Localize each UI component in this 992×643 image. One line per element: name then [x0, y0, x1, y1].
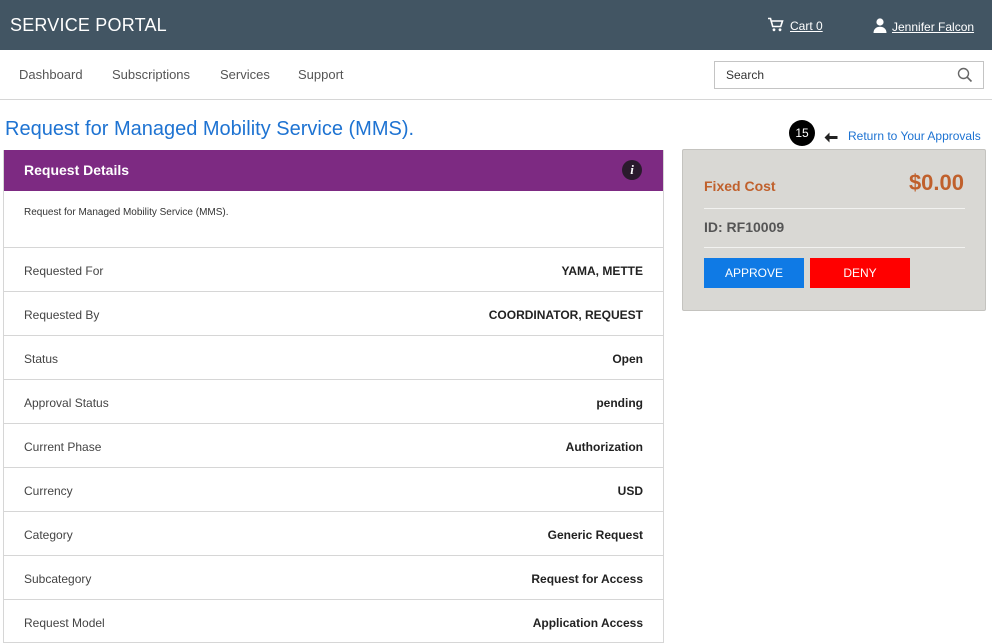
detail-row-requested-for: Requested For YAMA, METTE — [4, 248, 663, 292]
info-icon[interactable]: i — [622, 160, 642, 180]
detail-value: Request for Access — [531, 572, 643, 586]
detail-value: Authorization — [565, 440, 643, 454]
detail-row-category: Category Generic Request — [4, 512, 663, 556]
divider — [704, 247, 965, 248]
request-details-header: Request Details i — [4, 150, 663, 191]
detail-label: Currency — [24, 484, 73, 498]
detail-value: USD — [617, 484, 643, 498]
user-icon — [872, 17, 888, 36]
detail-label: Status — [24, 352, 59, 366]
divider — [704, 208, 965, 209]
nav-dashboard[interactable]: Dashboard — [19, 67, 83, 82]
detail-value: YAMA, METTE — [561, 264, 643, 278]
request-description: Request for Managed Mobility Service (MM… — [4, 191, 663, 248]
request-details-panel: Request Details i Request for Managed Mo… — [3, 150, 664, 643]
detail-label: Category — [24, 528, 73, 542]
step-badge: 15 — [789, 120, 815, 146]
detail-label: Approval Status — [24, 396, 109, 410]
fixed-cost-label: Fixed Cost — [704, 178, 776, 194]
detail-label: Subcategory — [24, 572, 92, 586]
detail-row-subcategory: Subcategory Request for Access — [4, 556, 663, 600]
return-to-approvals-link[interactable]: Return to Your Approvals — [848, 129, 981, 143]
search-icon[interactable] — [957, 67, 973, 88]
detail-row-requested-by: Requested By COORDINATOR, REQUEST — [4, 292, 663, 336]
detail-label: Requested By — [24, 308, 100, 322]
search-input[interactable] — [715, 62, 945, 88]
detail-label: Requested For — [24, 264, 104, 278]
detail-value: Generic Request — [547, 528, 643, 542]
detail-row-currency: Currency USD — [4, 468, 663, 512]
brand-title: SERVICE PORTAL — [10, 15, 167, 35]
top-bar: SERVICE PORTAL Cart 0 Jennifer Falcon — [0, 0, 992, 50]
detail-value: COORDINATOR, REQUEST — [488, 308, 643, 322]
cart-icon — [767, 17, 784, 35]
nav-bar: Dashboard Subscriptions Services Support — [0, 50, 992, 100]
detail-value: pending — [596, 396, 643, 410]
nav-subscriptions[interactable]: Subscriptions — [112, 67, 190, 82]
detail-label: Request Model — [24, 616, 105, 630]
fixed-cost-value: $0.00 — [908, 170, 964, 195]
user-name: Jennifer Falcon — [892, 19, 975, 34]
approval-summary-card: Fixed Cost $0.00 ID: RF10009 APPROVE DEN… — [682, 149, 986, 311]
detail-value: Application Access — [532, 616, 643, 630]
request-details-title: Request Details — [24, 162, 130, 178]
search-box — [714, 61, 984, 89]
detail-row-status: Status Open — [4, 336, 663, 380]
nav-support[interactable]: Support — [298, 67, 344, 82]
deny-button[interactable]: DENY — [810, 258, 910, 288]
approve-button[interactable]: APPROVE — [704, 258, 804, 288]
detail-row-current-phase: Current Phase Authorization — [4, 424, 663, 468]
arrow-left-icon[interactable] — [824, 130, 838, 148]
detail-label: Current Phase — [24, 440, 102, 454]
detail-row-approval-status: Approval Status pending — [4, 380, 663, 424]
cart-link[interactable]: Cart 0 — [767, 17, 823, 35]
nav-services[interactable]: Services — [220, 67, 270, 82]
request-id: ID: RF10009 — [704, 219, 785, 235]
cart-label: Cart 0 — [790, 19, 823, 33]
detail-value: Open — [612, 352, 643, 366]
detail-row-request-model: Request Model Application Access — [4, 600, 663, 642]
page-title: Request for Managed Mobility Service (MM… — [5, 118, 415, 140]
user-menu[interactable]: Jennifer Falcon — [872, 17, 974, 36]
